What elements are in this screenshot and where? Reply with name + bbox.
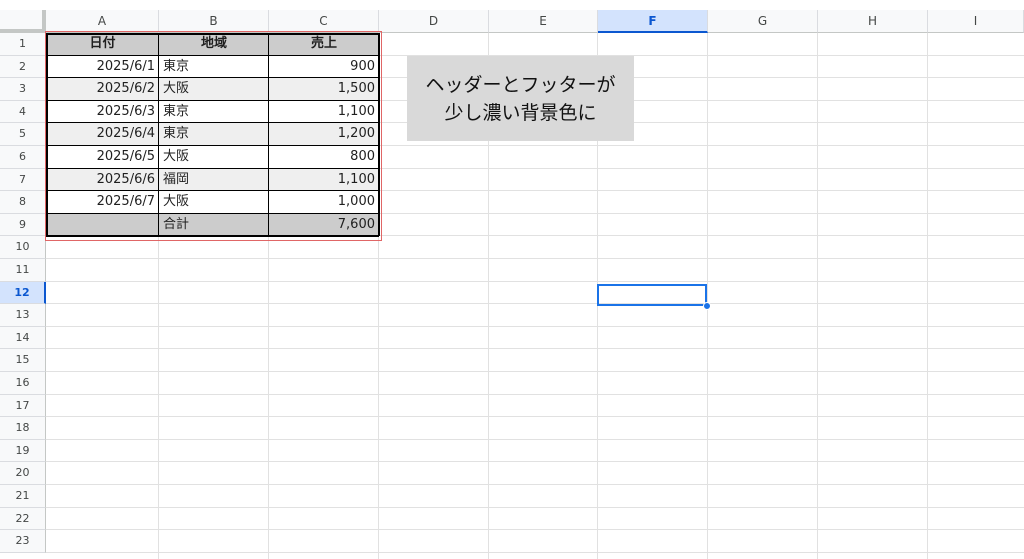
data-cell-b7[interactable]: 福岡 [159, 168, 269, 192]
data-cell-c4[interactable]: 1,100 [269, 100, 379, 124]
table-border-horizontal [46, 122, 379, 123]
row-header-2[interactable]: 2 [0, 55, 46, 79]
data-cell-a3[interactable]: 2025/6/2 [46, 78, 159, 101]
data-cell-a6[interactable]: 2025/6/5 [46, 146, 159, 169]
row-header-10[interactable]: 10 [0, 236, 46, 259]
data-cell-b3[interactable]: 大阪 [159, 78, 269, 101]
header-cell-a1[interactable]: 日付 [46, 33, 159, 56]
row-gridline [46, 393, 1024, 395]
column-gridline [707, 33, 708, 559]
row-header-14[interactable]: 14 [0, 326, 46, 350]
row-gridline [46, 506, 1024, 508]
row-header-13[interactable]: 13 [0, 304, 46, 327]
column-gridline [927, 33, 928, 559]
row-header-21[interactable]: 21 [0, 485, 46, 508]
row-gridline [46, 303, 1024, 305]
column-header-a[interactable]: A [46, 10, 159, 33]
column-header-h[interactable]: H [818, 10, 928, 33]
toolbar-strip [0, 0, 1024, 10]
row-gridline [46, 280, 1024, 282]
table-border-horizontal [46, 213, 379, 214]
data-cell-b5[interactable]: 東京 [159, 123, 269, 146]
data-cell-b8[interactable]: 大阪 [159, 191, 269, 214]
table-border-horizontal [46, 33, 379, 35]
row-header-4[interactable]: 4 [0, 100, 46, 124]
footer-cell-c9[interactable]: 7,600 [269, 213, 379, 237]
row-header-19[interactable]: 19 [0, 439, 46, 463]
data-cell-c2[interactable]: 900 [269, 55, 379, 79]
row-header-18[interactable]: 18 [0, 417, 46, 440]
table-border-vertical [378, 33, 380, 237]
table-border-horizontal [46, 77, 379, 78]
table-border-horizontal [46, 235, 379, 237]
data-cell-b4[interactable]: 東京 [159, 100, 269, 124]
column-header-i[interactable]: I [928, 10, 1024, 33]
table-border-horizontal [46, 55, 379, 56]
select-all-corner[interactable] [0, 10, 46, 33]
row-gridline [46, 325, 1024, 327]
row-header-6[interactable]: 6 [0, 146, 46, 169]
data-cell-b2[interactable]: 東京 [159, 55, 269, 79]
data-cell-a7[interactable]: 2025/6/6 [46, 168, 159, 192]
row-header-9[interactable]: 9 [0, 213, 46, 237]
data-cell-c7[interactable]: 1,100 [269, 168, 379, 192]
data-cell-c3[interactable]: 1,500 [269, 78, 379, 101]
row-gridline [46, 348, 1024, 350]
table-border-vertical [46, 33, 48, 237]
data-cell-c6[interactable]: 800 [269, 146, 379, 169]
row-header-20[interactable]: 20 [0, 462, 46, 485]
row-gridline [46, 551, 1024, 553]
row-header-3[interactable]: 3 [0, 78, 46, 101]
column-gridline [817, 33, 818, 559]
table-border-vertical [158, 33, 159, 237]
row-header-15[interactable]: 15 [0, 349, 46, 372]
callout-line-2: 少し濃い背景色に [444, 101, 597, 124]
row-gridline [46, 258, 1024, 259]
footer-cell-b9[interactable]: 合計 [159, 213, 269, 237]
row-header-12[interactable]: 12 [0, 281, 46, 305]
column-header-f[interactable]: F [598, 10, 708, 33]
row-header-1[interactable]: 1 [0, 33, 46, 56]
row-gridline [46, 529, 1024, 531]
callout-line-1: ヘッダーとフッターが [425, 73, 616, 96]
data-cell-c5[interactable]: 1,200 [269, 123, 379, 146]
row-gridline [46, 438, 1024, 440]
data-cell-c8[interactable]: 1,000 [269, 191, 379, 214]
data-cell-b6[interactable]: 大阪 [159, 146, 269, 169]
row-header-7[interactable]: 7 [0, 168, 46, 192]
column-header-c[interactable]: C [269, 10, 379, 33]
header-cell-b1[interactable]: 地域 [159, 33, 269, 56]
annotation-callout: ヘッダーとフッターが 少し濃い背景色に [407, 56, 634, 141]
active-cell-F12[interactable] [597, 284, 707, 306]
column-header-g[interactable]: G [708, 10, 818, 33]
row-gridline [46, 371, 1024, 372]
fill-handle[interactable] [703, 302, 711, 310]
data-cell-a2[interactable]: 2025/6/1 [46, 55, 159, 79]
row-gridline [46, 461, 1024, 463]
row-header-17[interactable]: 17 [0, 394, 46, 418]
table-border-horizontal [46, 145, 379, 146]
row-header-16[interactable]: 16 [0, 372, 46, 395]
row-header-22[interactable]: 22 [0, 507, 46, 531]
column-header-b[interactable]: B [159, 10, 269, 33]
table-border-horizontal [46, 168, 379, 169]
data-cell-a8[interactable]: 2025/6/7 [46, 191, 159, 214]
row-header-23[interactable]: 23 [0, 530, 46, 553]
row-gridline [46, 416, 1024, 418]
header-cell-c1[interactable]: 売上 [269, 33, 379, 56]
row-gridline [46, 484, 1024, 485]
row-header-8[interactable]: 8 [0, 191, 46, 214]
row-header-11[interactable]: 11 [0, 259, 46, 282]
spreadsheet-grid[interactable]: ABCDEFGHI 1 2 3 4 5 6 7 8 9 10 11 12 13 14 15 16 17 18 19 2… [0, 10, 1024, 559]
footer-cell-a9[interactable] [46, 213, 159, 237]
table-border-vertical [268, 33, 269, 237]
table-border-horizontal [46, 190, 379, 191]
column-header-e[interactable]: E [489, 10, 598, 33]
data-cell-a5[interactable]: 2025/6/4 [46, 123, 159, 146]
column-header-d[interactable]: D [379, 10, 489, 33]
row-header-5[interactable]: 5 [0, 123, 46, 146]
table-border-horizontal [46, 100, 379, 101]
data-cell-a4[interactable]: 2025/6/3 [46, 100, 159, 124]
